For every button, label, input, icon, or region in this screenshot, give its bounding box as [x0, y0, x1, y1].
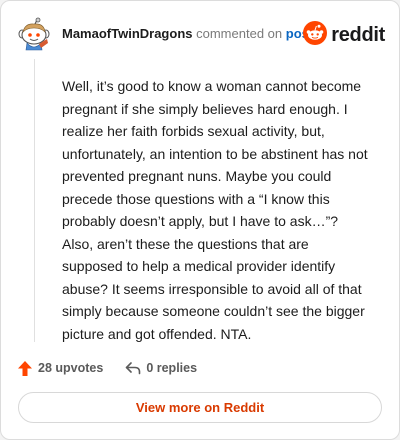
comment-actions: 28 upvotes 0 replies [17, 358, 197, 378]
thread-line [34, 59, 35, 342]
comment-byline: MamaofTwinDragons commented on post [62, 26, 313, 41]
upvote-arrow-icon [17, 360, 33, 377]
reddit-wordmark: reddit [331, 24, 385, 46]
reply-count: 0 replies [146, 361, 198, 375]
action-text: commented on [196, 26, 283, 41]
reddit-logo-icon [303, 21, 328, 50]
reply-arrow-icon [125, 361, 141, 375]
view-more-button[interactable]: View more on Reddit [18, 392, 382, 423]
comment-body: Well, it’s good to know a woman cannot b… [62, 78, 368, 342]
upvote-count: 28 upvotes [38, 361, 104, 375]
reddit-comment-embed: MamaofTwinDragons commented on post redd [0, 0, 400, 440]
reply-button[interactable]: 0 replies [125, 361, 197, 375]
upvote-button[interactable]: 28 upvotes [17, 360, 103, 377]
reddit-logo[interactable]: reddit [303, 21, 385, 50]
avatar[interactable] [17, 17, 51, 51]
comment-header: MamaofTwinDragons commented on post redd [17, 17, 385, 51]
author-username[interactable]: MamaofTwinDragons [62, 26, 193, 41]
